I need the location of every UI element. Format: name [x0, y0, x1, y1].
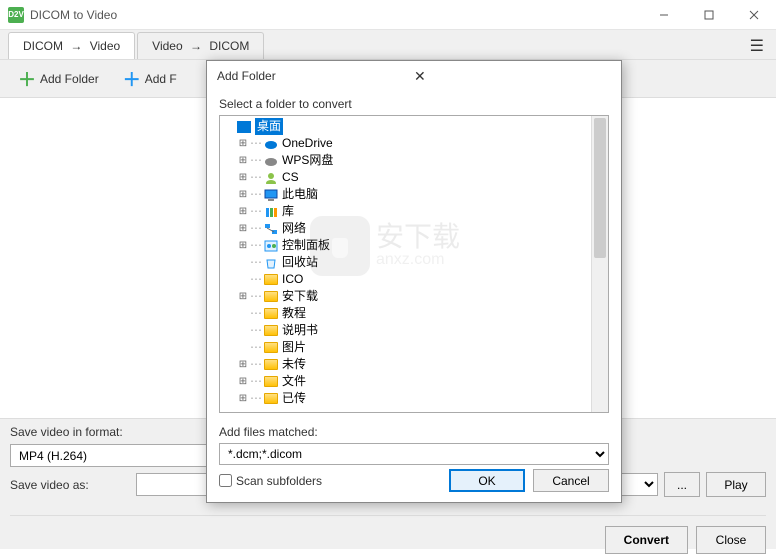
- tree-item[interactable]: 桌面: [222, 118, 606, 135]
- tree-item-label: 此电脑: [282, 186, 318, 203]
- network-icon: [263, 222, 279, 236]
- expand-icon[interactable]: ⊞: [236, 135, 250, 152]
- tree-item-label: ICO: [282, 271, 303, 288]
- folder-icon: [263, 375, 279, 389]
- tree-item[interactable]: ⊞⋯网络: [222, 220, 606, 237]
- tree-item-label: 未传: [282, 356, 306, 373]
- scrollbar-thumb[interactable]: [594, 118, 606, 258]
- tree-item-label: WPS网盘: [282, 152, 333, 169]
- expand-icon[interactable]: ⊞: [236, 203, 250, 220]
- tree-item[interactable]: ⋯说明书: [222, 322, 606, 339]
- tree-item-label: 回收站: [282, 254, 318, 271]
- recycle-icon: [263, 256, 279, 270]
- library-icon: [263, 205, 279, 219]
- expand-icon[interactable]: ⊞: [236, 186, 250, 203]
- user-icon: [263, 171, 279, 185]
- folder-tree[interactable]: 桌面⊞⋯OneDrive⊞⋯WPS网盘⊞⋯CS⊞⋯此电脑⊞⋯库⊞⋯网络⊞⋯控制面…: [219, 115, 609, 413]
- expand-icon[interactable]: ⊞: [236, 152, 250, 169]
- expand-icon[interactable]: ⊞: [236, 356, 250, 373]
- dialog-prompt: Select a folder to convert: [219, 97, 609, 111]
- folder-icon: [263, 273, 279, 287]
- scan-subfolders-label: Scan subfolders: [236, 474, 322, 488]
- dialog-titlebar: Add Folder ✕: [207, 61, 621, 91]
- expand-icon[interactable]: ⊞: [236, 373, 250, 390]
- tree-item-label: 说明书: [282, 322, 318, 339]
- tree-item-label: 文件: [282, 373, 306, 390]
- match-label: Add files matched:: [219, 425, 318, 439]
- match-pattern-select[interactable]: *.dcm;*.dicom: [219, 443, 609, 465]
- add-folder-dialog: Add Folder ✕ Select a folder to convert …: [206, 60, 622, 503]
- tree-item[interactable]: ⊞⋯安下载: [222, 288, 606, 305]
- cloud-gray-icon: [263, 154, 279, 168]
- tree-item[interactable]: ⋯图片: [222, 339, 606, 356]
- tree-item[interactable]: ⋯回收站: [222, 254, 606, 271]
- tree-item-label: OneDrive: [282, 135, 333, 152]
- tree-item-label: 图片: [282, 339, 306, 356]
- dialog-title-text: Add Folder: [217, 69, 406, 83]
- dialog-overlay: Add Folder ✕ Select a folder to convert …: [0, 0, 776, 549]
- folder-icon: [263, 341, 279, 355]
- tree-item-label: 库: [282, 203, 294, 220]
- folder-icon: [263, 392, 279, 406]
- expand-icon[interactable]: ⊞: [236, 390, 250, 407]
- folder-icon: [263, 358, 279, 372]
- tree-item-label: CS: [282, 169, 299, 186]
- tree-item[interactable]: ⊞⋯CS: [222, 169, 606, 186]
- folder-icon: [263, 324, 279, 338]
- ok-button[interactable]: OK: [449, 469, 525, 492]
- tree-item[interactable]: ⊞⋯未传: [222, 356, 606, 373]
- cloud-blue-icon: [263, 137, 279, 151]
- tree-item[interactable]: ⊞⋯库: [222, 203, 606, 220]
- tree-item[interactable]: ⋯教程: [222, 305, 606, 322]
- scrollbar[interactable]: [591, 116, 608, 412]
- scan-subfolders-checkbox[interactable]: [219, 474, 232, 487]
- cancel-button[interactable]: Cancel: [533, 469, 609, 492]
- dialog-close-icon[interactable]: ✕: [406, 64, 611, 89]
- folder-icon: [263, 290, 279, 304]
- tree-item[interactable]: ⊞⋯控制面板: [222, 237, 606, 254]
- control-icon: [263, 239, 279, 253]
- tree-item-label: 已传: [282, 390, 306, 407]
- tree-item[interactable]: ⊞⋯此电脑: [222, 186, 606, 203]
- expand-icon[interactable]: ⊞: [236, 169, 250, 186]
- folder-icon: [263, 307, 279, 321]
- tree-item-label: 控制面板: [282, 237, 330, 254]
- tree-item[interactable]: ⊞⋯文件: [222, 373, 606, 390]
- tree-item[interactable]: ⊞⋯已传: [222, 390, 606, 407]
- tree-item-label: 安下载: [282, 288, 318, 305]
- expand-icon[interactable]: ⊞: [236, 220, 250, 237]
- expand-icon[interactable]: ⊞: [236, 237, 250, 254]
- desktop-icon: [236, 120, 252, 134]
- pc-icon: [263, 188, 279, 202]
- tree-item[interactable]: ⊞⋯WPS网盘: [222, 152, 606, 169]
- tree-item[interactable]: ⊞⋯OneDrive: [222, 135, 606, 152]
- tree-item-label: 网络: [282, 220, 306, 237]
- tree-item[interactable]: ⋯ICO: [222, 271, 606, 288]
- tree-item-label: 桌面: [255, 118, 283, 135]
- expand-icon[interactable]: ⊞: [236, 288, 250, 305]
- tree-item-label: 教程: [282, 305, 306, 322]
